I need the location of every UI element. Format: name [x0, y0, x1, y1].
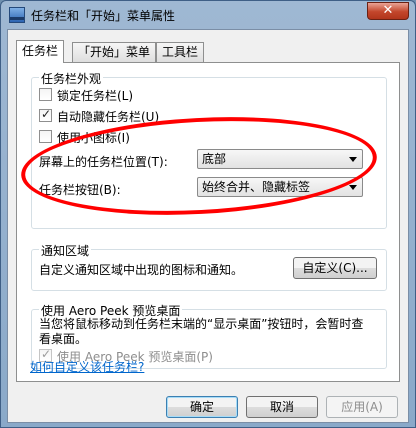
small-icons-label: 使用小图标(I): [57, 131, 130, 145]
title-bar[interactable]: 任务栏和「开始」菜单属性 ✕: [1, 1, 415, 29]
ok-button[interactable]: 确定: [166, 396, 238, 418]
apply-button: 应用(A): [326, 396, 398, 418]
taskbar-buttons-value: 始终合并、隐藏标签: [202, 180, 311, 194]
tab-taskbar[interactable]: 任务栏: [16, 40, 65, 63]
taskbar-location-select[interactable]: 底部: [197, 149, 363, 169]
help-link[interactable]: 如何自定义该任务栏?: [30, 358, 144, 375]
lock-taskbar-checkbox[interactable]: [39, 88, 52, 101]
taskbar-buttons-select[interactable]: 始终合并、隐藏标签: [197, 177, 363, 197]
chevron-down-icon: [349, 157, 357, 162]
taskbar-location-label: 屏幕上的任务栏位置(T):: [39, 155, 168, 169]
notification-description: 自定义通知区域中出现的图标和通知。: [39, 263, 244, 277]
taskbar-location-value: 底部: [202, 152, 227, 166]
auto-hide-checkbox[interactable]: [39, 107, 52, 122]
auto-hide-row[interactable]: 自动隐藏任务栏(U): [39, 107, 239, 124]
properties-window: 任务栏和「开始」菜单属性 ✕ 任务栏 「开始」菜单 工具栏 任务栏外观 锁定任务…: [0, 0, 416, 428]
dialog-client-area: 任务栏 「开始」菜单 工具栏 任务栏外观 锁定任务栏(L) 自动隐藏任务栏(U)…: [7, 29, 409, 423]
lock-taskbar-row[interactable]: 锁定任务栏(L): [39, 87, 239, 103]
lock-taskbar-label: 锁定任务栏(L): [57, 89, 134, 103]
taskbar-app-icon: [9, 7, 25, 23]
small-icons-row[interactable]: 使用小图标(I): [39, 129, 239, 145]
notification-group-label: 通知区域: [39, 242, 92, 259]
customize-button[interactable]: 自定义(C)...: [293, 257, 377, 279]
aero-peek-description: 当您将鼠标移动到任务栏末端的“显示桌面”按钮时，会暂时查看桌面。: [39, 317, 364, 346]
appearance-group-label: 任务栏外观: [39, 70, 104, 87]
taskbar-buttons-label: 任务栏按钮(B):: [39, 183, 121, 197]
chevron-down-icon: [349, 185, 357, 190]
cancel-button[interactable]: 取消: [246, 396, 318, 418]
window-title: 任务栏和「开始」菜单属性: [31, 9, 176, 23]
small-icons-checkbox[interactable]: [39, 130, 52, 143]
tab-toolbars[interactable]: 工具栏: [156, 42, 205, 62]
tab-panel-taskbar: 任务栏外观 锁定任务栏(L) 自动隐藏任务栏(U) 使用小图标(I) 屏幕上的任…: [16, 62, 400, 382]
tab-start-menu[interactable]: 「开始」菜单: [72, 42, 157, 62]
auto-hide-label: 自动隐藏任务栏(U): [57, 110, 160, 124]
close-button[interactable]: ✕: [367, 2, 409, 20]
